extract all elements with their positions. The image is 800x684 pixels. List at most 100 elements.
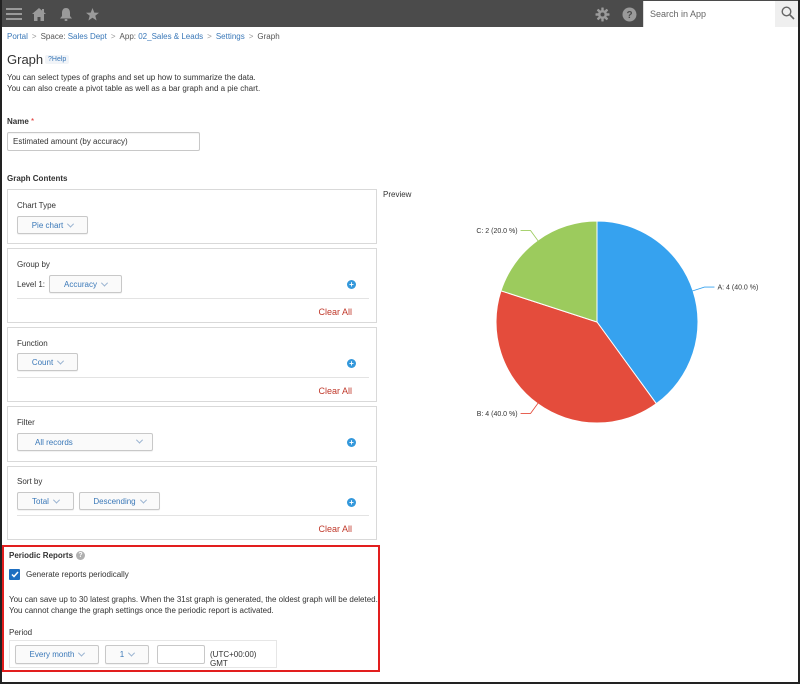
question-icon[interactable]: ?	[76, 551, 86, 560]
periodic-description-line-2: You cannot change the graph settings onc…	[9, 606, 274, 615]
top-navigation-bar: ?	[0, 0, 800, 27]
group-by-panel: Group by Level 1: Accuracy + Clear All	[7, 248, 377, 323]
divider	[17, 377, 369, 378]
level-1-label: Level 1:	[17, 280, 46, 289]
chevron-down-icon	[128, 649, 136, 657]
timezone-label: (UTC+00:00) GMT	[210, 650, 257, 668]
group-by-label: Group by	[17, 260, 50, 269]
name-input[interactable]	[7, 132, 200, 151]
group-by-dropdown[interactable]: Accuracy	[49, 275, 122, 293]
time-input[interactable]	[157, 645, 205, 664]
breadcrumb-space-prefix: Space:	[40, 32, 68, 41]
periodic-reports-title-text: Periodic Reports	[9, 551, 74, 560]
add-filter-button[interactable]: +	[347, 438, 356, 447]
gear-icon[interactable]	[592, 4, 612, 24]
chevron-down-icon	[135, 436, 144, 444]
home-icon[interactable]	[29, 4, 49, 24]
name-label: Name *	[7, 117, 34, 126]
pie-leader-line-b	[520, 401, 540, 414]
name-label-text: Name	[7, 117, 29, 126]
filter-dropdown[interactable]: All records	[17, 433, 153, 451]
page-title: Graph	[7, 52, 44, 67]
day-dropdown[interactable]: 1	[105, 645, 149, 664]
sort-order-dropdown[interactable]: Descending	[79, 492, 160, 510]
breadcrumb-app[interactable]: 02_Sales & Leads	[138, 32, 203, 41]
page-description: You can select types of graphs and set u…	[7, 72, 260, 94]
group-by-value: Accuracy	[64, 279, 97, 289]
help-icon[interactable]: ?	[619, 4, 639, 24]
function-panel: Function Count + Clear All	[7, 327, 377, 402]
description-line-2: You can also create a pivot table as wel…	[7, 84, 261, 93]
function-dropdown[interactable]: Count	[17, 353, 78, 371]
add-group-button[interactable]: +	[347, 280, 356, 289]
chevron-down-icon	[57, 357, 65, 365]
required-mark: *	[31, 117, 35, 126]
divider	[17, 298, 369, 299]
menu-icon[interactable]	[4, 4, 24, 24]
breadcrumb-settings[interactable]: Settings	[216, 32, 245, 41]
breadcrumb-separator: >	[207, 32, 212, 41]
breadcrumb-current: Graph	[257, 32, 280, 41]
sort-field-value: Total	[32, 496, 49, 506]
sort-by-label: Sort by	[17, 477, 43, 486]
breadcrumb-separator: >	[31, 32, 37, 41]
search-input[interactable]	[644, 1, 776, 27]
help-link[interactable]: ?Help	[45, 55, 70, 64]
chevron-down-icon	[67, 220, 75, 228]
pie-label-c: C: 2 (20.0 %)	[476, 228, 517, 235]
periodic-description-line-1: You can save up to 30 latest graphs. Whe…	[9, 595, 378, 604]
generate-reports-label[interactable]: Generate reports periodically	[26, 570, 129, 579]
function-label: Function	[17, 339, 48, 348]
chevron-down-icon	[52, 496, 60, 504]
filter-value: All records	[35, 437, 73, 447]
periodic-reports-description: You can save up to 30 latest graphs. Whe…	[9, 594, 381, 616]
function-clear-all-button[interactable]: Clear All	[318, 386, 352, 396]
chart-type-value: Pie chart	[31, 220, 64, 230]
pie-chart: A: 4 (40.0 %) B: 4 (40.0 %) C: 2 (20.0 %)	[476, 220, 758, 424]
chevron-down-icon	[139, 496, 147, 504]
breadcrumb-space[interactable]: Sales Dept	[68, 32, 107, 41]
periodic-reports-title: Periodic Reports ?	[9, 551, 86, 560]
pie-label-a: A: 4 (40.0 %)	[717, 285, 758, 292]
breadcrumb-app-prefix: App:	[119, 32, 139, 41]
sort-field-dropdown[interactable]: Total	[17, 492, 74, 510]
sort-by-panel: Sort by Total Descending + Clear All	[7, 466, 377, 540]
sort-by-clear-all-button[interactable]: Clear All	[318, 524, 352, 534]
bell-icon[interactable]	[56, 4, 76, 24]
add-sort-button[interactable]: +	[347, 498, 356, 507]
search-box	[643, 1, 800, 27]
breadcrumb: Portal > Space: Sales Dept > App: 02_Sales &…	[7, 32, 280, 41]
pie-leader-line-c	[520, 230, 540, 243]
period-label: Period	[9, 628, 33, 637]
chart-type-dropdown[interactable]: Pie chart	[17, 216, 88, 234]
filter-panel: Filter All records +	[7, 406, 377, 462]
chevron-down-icon	[100, 279, 108, 287]
pie-label-b: B: 4 (40.0 %)	[477, 411, 518, 418]
day-value: 1	[119, 650, 125, 659]
breadcrumb-portal[interactable]: Portal	[7, 32, 28, 41]
generate-reports-checkbox[interactable]	[9, 569, 20, 580]
add-function-button[interactable]: +	[347, 359, 356, 368]
sort-order-value: Descending	[93, 496, 136, 506]
function-value: Count	[31, 357, 54, 367]
chart-type-label: Chart Type	[17, 201, 56, 210]
filter-label: Filter	[17, 418, 35, 427]
pie-leader-line-a	[691, 286, 715, 292]
group-by-clear-all-button[interactable]: Clear All	[318, 307, 352, 317]
svg-text:?: ?	[626, 10, 632, 21]
frequency-dropdown[interactable]: Every month	[15, 645, 99, 664]
chevron-down-icon	[78, 649, 86, 657]
chart-type-panel: Chart Type Pie chart	[7, 189, 377, 244]
periodic-reports-section: Periodic Reports ? Generate reports peri…	[2, 545, 380, 672]
checkmark-icon	[10, 571, 19, 578]
search-button[interactable]	[775, 1, 800, 27]
star-icon[interactable]	[82, 4, 102, 24]
search-icon	[780, 6, 795, 22]
frequency-value: Every month	[29, 650, 75, 659]
breadcrumb-separator: >	[248, 32, 254, 41]
preview-label: Preview	[383, 190, 412, 199]
period-settings: Every month 1 (UTC+00:00) GMT	[9, 640, 277, 668]
graph-contents-heading: Graph Contents	[7, 174, 68, 183]
divider	[17, 515, 369, 516]
description-line-1: You can select types of graphs and set u…	[7, 73, 256, 82]
